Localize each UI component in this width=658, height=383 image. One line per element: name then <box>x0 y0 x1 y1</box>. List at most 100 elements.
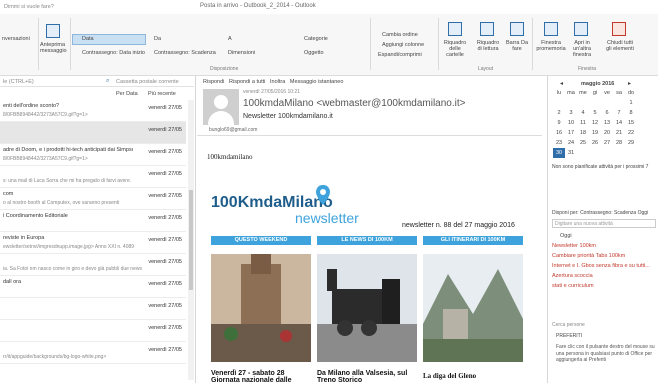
calendar-grid[interactable]: lu ma me gi ve sa do 1 2 3 4 5 6 7 8 9 10 11 12 13 14 15 16 17… <box>553 88 637 158</box>
col1-title[interactable]: Venerdì 27 - sabato 28 Giornata nazional… <box>211 370 311 383</box>
message-sender[interactable]: 100kmdaMilano <webmaster@100kmdamilano.i… <box>243 98 466 109</box>
reminders-button[interactable]: Finestra promemoria <box>536 40 566 52</box>
calendar-day[interactable]: 6 <box>601 108 613 118</box>
calendar-day[interactable]: 21 <box>613 128 625 138</box>
list-item[interactable]: com venerdì 27/05 o al nostro booth al Com… <box>0 188 186 210</box>
calendar-day[interactable]: 24 <box>565 138 577 148</box>
calendar-day[interactable]: 4 <box>577 108 589 118</box>
col3-title[interactable]: La diga del Gleno <box>423 372 476 380</box>
calendar-day[interactable]: 2 <box>553 108 565 118</box>
calendar-day[interactable]: 3 <box>565 108 577 118</box>
tasks-arrange[interactable]: Disponi per: Contrassegno: Scadenza Oggi <box>552 210 656 216</box>
calendar-day[interactable]: 7 <box>613 108 625 118</box>
calendar-day[interactable]: 25 <box>577 138 589 148</box>
dam-image[interactable] <box>423 254 523 362</box>
calendar-day[interactable] <box>601 98 613 108</box>
calendar-day[interactable]: 22 <box>625 128 637 138</box>
calendar-day[interactable] <box>565 98 577 108</box>
calendar-day[interactable]: 23 <box>553 138 565 148</box>
close-all-button[interactable]: Chiudi tutti gli elementi <box>604 40 636 52</box>
calendar-day[interactable]: 11 <box>577 118 589 128</box>
list-item[interactable]: adre di Doom, e i prodotti hi-tech antic… <box>0 144 186 166</box>
im-button[interactable]: Messaggio istantaneo <box>290 79 344 85</box>
calendar-day[interactable]: 28 <box>613 138 625 148</box>
new-task-input[interactable]: Digitare una nuova attività <box>552 219 656 228</box>
expand-collapse-button[interactable]: Espandi/comprimi <box>378 52 422 58</box>
list-item[interactable]: venerdì 27/05 <box>0 320 186 342</box>
calendar-day[interactable] <box>577 148 589 158</box>
list-scrollbar[interactable] <box>188 100 194 380</box>
calendar-day[interactable]: 5 <box>589 108 601 118</box>
arrange-subject[interactable]: Oggetto <box>304 50 324 56</box>
calendar-day[interactable] <box>601 148 613 158</box>
calendar-day[interactable]: 20 <box>601 128 613 138</box>
list-item[interactable]: venerdì 27/05 ia. Sa Fotoi nm nasco come … <box>0 254 186 276</box>
calendar-day[interactable] <box>577 98 589 108</box>
calendar-day[interactable]: 29 <box>625 138 637 148</box>
arrange-flag-start[interactable]: Contrassegno: Data inizio <box>82 50 145 56</box>
search-icon[interactable]: ⌕ <box>106 78 109 85</box>
sort-order[interactable]: Più recente <box>148 91 176 97</box>
list-item[interactable]: venerdì 27/05 s: una mail di Luca Sorra c… <box>0 166 186 188</box>
calendar-day[interactable] <box>589 98 601 108</box>
arrange-flag-due[interactable]: Contrassegno: Scadenza <box>154 50 216 56</box>
people-search[interactable]: Cerca persone <box>552 322 585 328</box>
weekend-image[interactable] <box>211 254 311 362</box>
col2-title[interactable]: Da Milano alla Valsesia, sul Treno Stori… <box>317 370 417 383</box>
calendar-day[interactable]: 14 <box>613 118 625 128</box>
calendar-day[interactable]: 8 <box>625 108 637 118</box>
calendar-day[interactable]: 1 <box>625 98 637 108</box>
list-item[interactable]: dall ora venerdì 27/05 <box>0 276 186 298</box>
arrange-from[interactable]: Da <box>154 36 161 42</box>
list-item[interactable]: i Coordinamento Editoriale venerdì 27/05 <box>0 210 186 232</box>
calendar-day[interactable]: 9 <box>553 118 565 128</box>
calendar-day[interactable]: 18 <box>577 128 589 138</box>
col1-header[interactable]: QUESTO WEEKEND <box>211 236 311 245</box>
list-item[interactable]: venerdì 27/05 <box>0 298 186 320</box>
folder-pane-button[interactable]: Riquadro delle cartelle <box>440 40 470 58</box>
task-item[interactable]: Cambiare priorità Tabs 100km <box>552 253 625 259</box>
calendar-day[interactable]: 15 <box>625 118 637 128</box>
list-item[interactable]: enti dell'ordine sconto? venerdì 27/05 8/0… <box>0 100 186 122</box>
calendar-day[interactable]: 10 <box>565 118 577 128</box>
list-item[interactable]: venerdì 27/05 rr/it/appguide/backgrounds/… <box>0 342 186 364</box>
reading-pane-button[interactable]: Riquadro di lettura <box>474 40 502 52</box>
calendar-day[interactable]: 17 <box>565 128 577 138</box>
next-month-icon[interactable]: ▸ <box>628 80 631 87</box>
list-scrollbar-thumb[interactable] <box>189 190 193 290</box>
calendar-day[interactable] <box>553 98 565 108</box>
reverse-sort-button[interactable]: Cambia ordine <box>382 32 418 38</box>
task-item[interactable]: Azertura scoccia <box>552 273 593 279</box>
calendar-day[interactable]: 26 <box>589 138 601 148</box>
calendar-day[interactable] <box>625 148 637 158</box>
arrange-size[interactable]: Dimensioni <box>228 50 255 56</box>
search-scope[interactable]: Cassetta postale corrente <box>116 79 179 85</box>
calendar-day[interactable]: 30 <box>553 148 565 158</box>
train-image[interactable] <box>317 254 417 362</box>
calendar-day[interactable] <box>613 148 625 158</box>
todo-bar-button[interactable]: Barra Da fare <box>506 40 528 52</box>
calendar-day[interactable]: 19 <box>589 128 601 138</box>
arrange-categories[interactable]: Categorie <box>304 36 328 42</box>
search-input[interactable]: le (CTRL+E) <box>3 79 34 85</box>
prev-month-icon[interactable]: ◂ <box>560 80 563 87</box>
calendar-day[interactable]: 12 <box>589 118 601 128</box>
calendar-day[interactable]: 13 <box>601 118 613 128</box>
calendar-day[interactable]: 16 <box>553 128 565 138</box>
col2-header[interactable]: LE NEWS DI 100KM <box>317 236 417 245</box>
task-item[interactable]: Newsletter 100km <box>552 243 596 249</box>
calendar-day[interactable]: 27 <box>601 138 613 148</box>
col3-header[interactable]: GLI ITINERARI DI 100KM <box>423 236 523 245</box>
calendar-day[interactable]: 31 <box>565 148 577 158</box>
tell-me-input[interactable]: Dimmi si vuole fare? <box>4 4 54 10</box>
arrange-to[interactable]: A <box>228 36 232 42</box>
search-bar[interactable]: le (CTRL+E) Cassetta postale corrente ⌕ <box>0 77 194 87</box>
conversations-button[interactable]: nversazioni <box>2 36 30 42</box>
list-item[interactable]: venerdì 27/05 <box>0 122 186 144</box>
add-columns-button[interactable]: Aggiungi colonne <box>382 42 424 48</box>
calendar-day[interactable] <box>613 98 625 108</box>
sort-by[interactable]: Per Data <box>116 91 138 97</box>
task-item[interactable]: stati e curriculum <box>552 283 594 289</box>
list-item[interactable]: reviste in Europa venerdì 27/05 ewsletter/… <box>0 232 186 254</box>
preview-button[interactable]: Anteprima messaggio <box>40 42 68 54</box>
